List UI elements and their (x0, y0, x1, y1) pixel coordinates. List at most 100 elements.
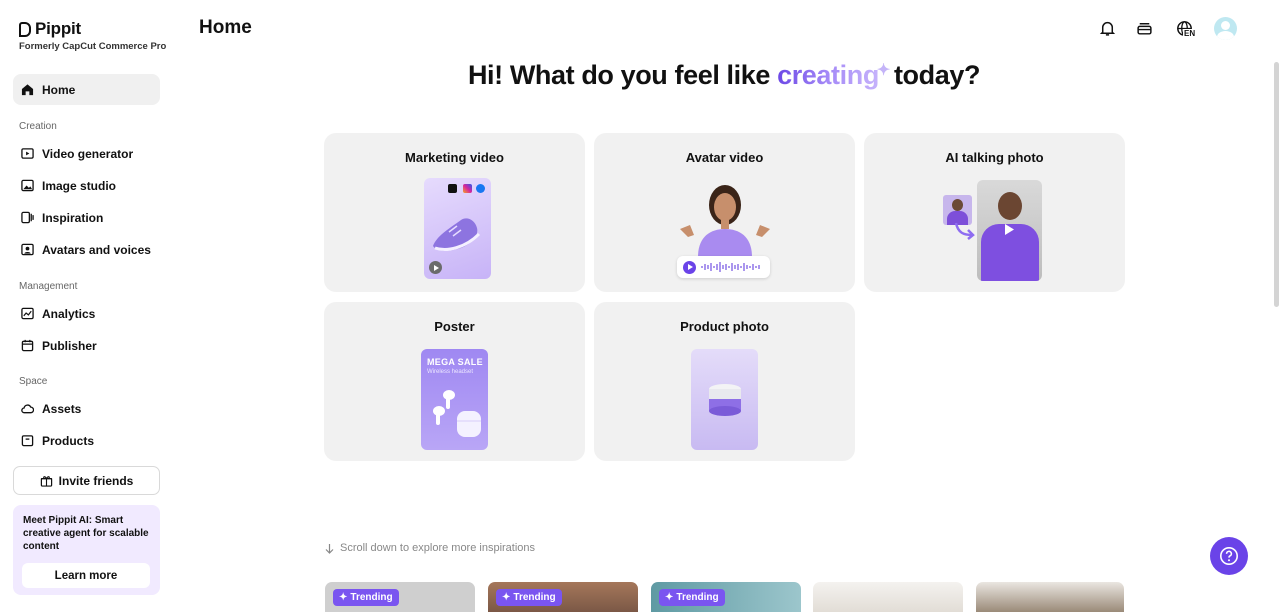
card-title: Avatar video (685, 150, 764, 165)
card-poster[interactable]: Poster MEGA SALE Wireless headset (324, 302, 585, 461)
arrow-down-icon (324, 543, 335, 554)
sidebar-item-analytics[interactable]: Analytics (13, 298, 160, 329)
invite-friends-button[interactable]: Invite friends (13, 466, 160, 495)
home-icon (21, 83, 34, 96)
logo[interactable]: Pippit (19, 19, 81, 39)
hero-highlight: creating (777, 60, 879, 90)
poster-thumbnail: MEGA SALE Wireless headset (421, 349, 488, 450)
voice-waveform-bar (677, 256, 770, 278)
card-marketing-video[interactable]: Marketing video (324, 133, 585, 292)
header-actions: EN (1098, 17, 1237, 40)
play-icon[interactable] (683, 260, 696, 274)
talking-photo-thumbnail (977, 180, 1042, 281)
hero-text-pre: Hi! What do you feel like (467, 60, 778, 90)
card-ai-talking-photo[interactable]: AI talking photo (864, 133, 1125, 292)
gift-icon (40, 474, 53, 487)
section-management: Management (19, 281, 78, 292)
sidebar-item-image-studio[interactable]: Image studio (13, 170, 160, 201)
card-title: AI talking photo (945, 150, 1044, 165)
tiktok-icon (448, 184, 457, 193)
sidebar-item-label: Image studio (42, 178, 117, 193)
cream-jar-image (709, 384, 741, 416)
sidebar-item-avatars-voices[interactable]: Avatars and voices (13, 234, 160, 265)
help-button[interactable] (1210, 537, 1248, 575)
sidebar-item-inspiration[interactable]: Inspiration (13, 202, 160, 233)
sidebar-item-label: Inspiration (42, 210, 104, 225)
trending-badge: ✦ Trending (659, 589, 725, 606)
sidebar-item-label: Products (42, 433, 95, 448)
trending-label: Trending (676, 592, 719, 603)
language-code: EN (1183, 29, 1197, 38)
invite-label: Invite friends (58, 473, 134, 488)
section-creation: Creation (19, 121, 57, 132)
sidebar-item-label: Avatars and voices (42, 242, 151, 257)
sparkle-icon: ✦ (876, 62, 890, 79)
card-product-photo[interactable]: Product photo (594, 302, 855, 461)
facebook-icon (476, 184, 485, 193)
image-studio-icon (21, 179, 34, 192)
page-scrollbar[interactable] (1274, 62, 1279, 307)
trending-badge: ✦ Trending (333, 589, 399, 606)
sparkle-icon: ✦ (665, 592, 674, 603)
subscription-icon[interactable] (1135, 19, 1154, 38)
arrow-icon (954, 222, 975, 240)
avatar-icon (21, 243, 34, 256)
sidebar-item-products[interactable]: Products (13, 425, 160, 456)
sparkle-icon: ✦ (502, 592, 511, 603)
sidebar: Pippit Formerly CapCut Commerce Pro Home… (0, 0, 172, 607)
sidebar-item-publisher[interactable]: Publisher (13, 330, 160, 361)
learn-more-button[interactable]: Learn more (22, 563, 150, 588)
sidebar-item-label: Assets (42, 401, 82, 416)
sidebar-item-assets[interactable]: Assets (13, 393, 160, 424)
inspiration-card[interactable]: ✦ Trending (651, 582, 801, 612)
inspiration-card[interactable] (813, 582, 963, 612)
card-avatar-video[interactable]: Avatar video (594, 133, 855, 292)
play-icon[interactable] (1001, 221, 1017, 237)
hero-text-post: today? (893, 60, 981, 90)
product-photo-thumbnail (691, 349, 758, 450)
app-subtitle: Formerly CapCut Commerce Pro (19, 41, 167, 52)
sidebar-item-video-generator[interactable]: Video generator (13, 138, 160, 169)
scroll-hint-text: Scroll down to explore more inspirations (340, 542, 536, 554)
hero-heading: Hi! What do you feel like creating✦ today… (324, 60, 1124, 91)
cloud-icon (21, 402, 34, 415)
trending-label: Trending (513, 592, 556, 603)
user-avatar[interactable] (1214, 17, 1237, 40)
inspiration-card[interactable]: ✦ Trending (325, 582, 475, 612)
analytics-icon (21, 307, 34, 320)
inspiration-card[interactable] (976, 582, 1124, 612)
sparkle-icon: ✦ (339, 592, 348, 603)
promo-card: Meet Pippit AI: Smart creative agent for… (13, 505, 160, 595)
product-box-icon (21, 434, 34, 447)
card-title: Product photo (680, 319, 769, 334)
avatar-presenter-image (680, 185, 770, 257)
sidebar-item-home[interactable]: Home (13, 74, 160, 105)
trending-label: Trending (350, 592, 393, 603)
waveform-icon (701, 262, 760, 272)
marketing-thumbnail (424, 178, 491, 279)
page-title: Home (199, 17, 252, 38)
inspiration-icon (21, 211, 34, 224)
bell-icon[interactable] (1098, 19, 1117, 38)
play-icon[interactable] (429, 261, 442, 274)
language-selector[interactable]: EN (1172, 19, 1197, 38)
sidebar-item-label: Publisher (42, 338, 97, 353)
promo-text: Meet Pippit AI: Smart creative agent for… (23, 515, 149, 552)
sidebar-item-label: Home (42, 82, 76, 97)
sidebar-item-label: Analytics (42, 306, 96, 321)
scroll-hint: Scroll down to explore more inspirations (324, 542, 535, 554)
trending-badge: ✦ Trending (496, 589, 562, 606)
sidebar-item-label: Video generator (42, 146, 134, 161)
section-space: Space (19, 376, 48, 387)
inspiration-card[interactable]: ✦ Trending (488, 582, 638, 612)
card-title: Marketing video (405, 150, 504, 165)
card-title: Poster (434, 319, 475, 334)
earbuds-image (433, 390, 481, 437)
question-icon (1219, 546, 1239, 566)
poster-headline: MEGA SALE (427, 357, 483, 367)
poster-subtitle: Wireless headset (427, 369, 474, 375)
pippit-logo-icon (19, 21, 31, 37)
app-name: Pippit (35, 19, 82, 38)
instagram-icon (463, 184, 472, 193)
video-generator-icon (21, 147, 34, 160)
